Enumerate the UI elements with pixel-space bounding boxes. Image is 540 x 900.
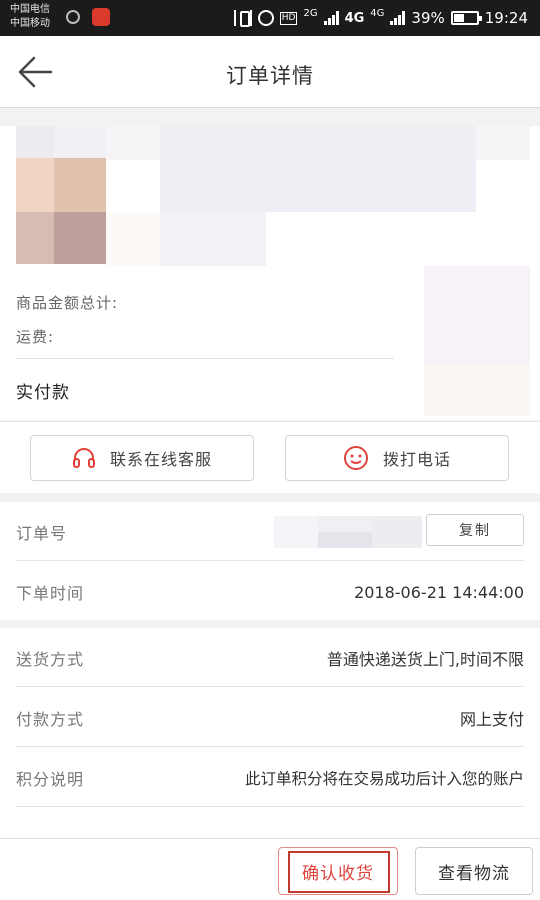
app-header: 订单详情 [0, 36, 540, 108]
shipping-fee-label: 运费: [16, 328, 55, 346]
battery-percent: 39% [411, 9, 445, 27]
signal-icon [323, 11, 339, 25]
payment-method-value: 网上支付 [459, 710, 524, 729]
network-4g-2: 4G [370, 8, 385, 19]
product-name [106, 126, 530, 266]
paid-amount-label: 实付款 [16, 383, 70, 403]
status-icons: HD 2G 4G 4G 39% 19:24 [233, 0, 528, 36]
clock: 19:24 [484, 9, 528, 27]
points-row: 积分说明 此订单积分将在交易成功后计入您的账户 [16, 748, 524, 808]
divider [16, 358, 394, 359]
order-time-row: 下单时间 2018-06-21 14:44:00 [16, 562, 524, 622]
network-4g: 4G [344, 10, 365, 26]
order-number-value [274, 516, 422, 548]
page-title: 订单详情 [226, 64, 314, 88]
delivery-method-label: 送货方式 [16, 650, 85, 669]
focus-outline [288, 851, 390, 893]
hd-badge: HD [279, 11, 298, 25]
smiley-icon [343, 446, 368, 470]
vibrate-icon [233, 10, 252, 27]
points-label: 积分说明 [16, 770, 85, 789]
notification-app-icon [92, 8, 110, 26]
hotspot-icon [66, 10, 80, 24]
product-price [424, 266, 530, 416]
order-info-section: 订单号 复制 下单时间 2018-06-21 14:44:00 [0, 502, 540, 620]
divider [16, 686, 524, 687]
goods-total-label: 商品金额总计: [16, 294, 119, 312]
carrier-1: 中国电信 [10, 4, 50, 15]
bottom-action-bar: 确认收货 查看物流 [0, 838, 540, 900]
copy-order-number-button[interactable]: 复制 [426, 514, 524, 546]
order-time-value: 2018-06-21 14:44:00 [354, 582, 524, 602]
payment-method-label: 付款方式 [16, 710, 85, 729]
product-image[interactable] [16, 126, 106, 264]
network-2g: 2G [303, 8, 318, 19]
confirm-receipt-button[interactable]: 确认收货 [278, 847, 398, 895]
contact-actions: 联系在线客服 拨打电话 [0, 421, 540, 493]
status-bar: 中国电信 中国移动 HD 2G 4G 4G 39% 19:24 [0, 0, 540, 36]
divider [16, 560, 524, 561]
order-number-label: 订单号 [16, 524, 68, 543]
points-value: 此订单积分将在交易成功后计入您的账户 [244, 770, 524, 788]
product-summary: 商品金额总计: 运费: 实付款 [0, 126, 540, 420]
delivery-info-section: 送货方式 普通快递送货上门,时间不限 付款方式 网上支付 积分说明 此订单积分将… [0, 628, 540, 838]
signal-icon-2 [390, 11, 406, 25]
delivery-method-row: 送货方式 普通快递送货上门,时间不限 [16, 628, 524, 688]
view-logistics-button[interactable]: 查看物流 [415, 847, 533, 895]
battery-icon [450, 11, 482, 25]
order-time-label: 下单时间 [16, 584, 85, 603]
carrier-2: 中国移动 [10, 18, 50, 29]
headset-icon [72, 448, 95, 468]
divider [16, 746, 524, 747]
online-service-button[interactable]: 联系在线客服 [30, 435, 254, 481]
carrier-info: 中国电信 中国移动 [10, 3, 50, 31]
payment-method-row: 付款方式 网上支付 [16, 688, 524, 748]
divider [16, 806, 524, 807]
call-phone-label: 拨打电话 [382, 450, 451, 469]
alarm-icon [257, 10, 274, 26]
call-phone-button[interactable]: 拨打电话 [285, 435, 509, 481]
online-service-label: 联系在线客服 [109, 450, 212, 469]
delivery-method-value: 普通快递送货上门,时间不限 [326, 650, 524, 669]
